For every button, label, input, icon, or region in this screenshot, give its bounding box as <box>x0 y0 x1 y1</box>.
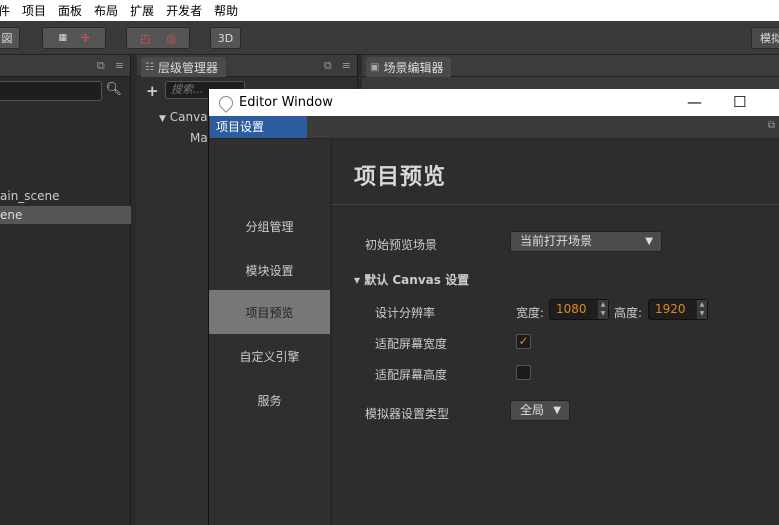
menu-icon[interactable]: ≡ <box>115 59 124 73</box>
height-label: 高度: <box>614 306 643 320</box>
design-resolution-label: 设计分辨率 <box>375 306 436 320</box>
width-input[interactable]: 1080 ▲ ▼ <box>549 299 609 320</box>
fit-height-label: 适配屏幕高度 <box>375 368 448 382</box>
initial-scene-value: 当前打开场景 <box>520 234 593 248</box>
scene-panel-header: ▣ 场景编辑器 <box>362 55 779 77</box>
menu-project[interactable]: 项目 <box>16 2 52 19</box>
assets-header-icons: ⧉ ≡ <box>97 59 124 73</box>
editor-window: Editor Window — ☐ 项目设置 ⧉ 分组管理 模块设置 项目预览 … <box>208 89 779 525</box>
dropdown-arrow-icon: ▼ <box>553 405 561 416</box>
local-icon: ▦ <box>58 33 68 43</box>
menu-file[interactable]: 件 <box>0 2 16 19</box>
simulator-type-label: 模拟器设置类型 <box>365 407 450 421</box>
asset-item[interactable]: ain_scene <box>0 187 131 205</box>
settings-content: 项目预览 初始预览场景 当前打开场景 ▼ ▾ 默认 Canvas 设置 设计分辨… <box>331 139 779 525</box>
asset-item-label: ain_scene <box>0 189 60 203</box>
tree-row-canvas[interactable]: ▼ Canva <box>159 110 208 124</box>
menu-layout[interactable]: 布局 <box>88 2 124 19</box>
dropdown-arrow-icon: ▼ <box>645 236 653 247</box>
height-value: 1920 <box>655 302 686 316</box>
sidebar-item-modules[interactable]: 模块设置 <box>209 248 330 292</box>
toolbar-button[interactable]: 図 <box>0 27 20 49</box>
sidebar-item-label: 分组管理 <box>245 219 294 234</box>
scene-icon: ▣ <box>370 61 380 73</box>
fit-height-checkbox[interactable] <box>516 365 531 380</box>
width-label: 宽度: <box>516 306 545 320</box>
settings-sidebar: 分组管理 模块设置 项目预览 自定义引擎 服务 <box>209 139 330 525</box>
simulator-button-label: 模拟 <box>760 32 779 45</box>
menu-developer[interactable]: 开发者 <box>160 2 208 19</box>
menu-icon[interactable]: ≡ <box>342 59 351 73</box>
sidebar-item-label: 模块设置 <box>245 263 294 278</box>
asset-item-selected[interactable]: ene <box>0 206 131 224</box>
width-stepper[interactable]: ▲ ▼ <box>597 300 608 319</box>
height-input[interactable]: 1920 ▲ ▼ <box>648 299 708 320</box>
center-icon: ◎ <box>166 31 176 45</box>
scene-toolbar <box>362 77 779 89</box>
asset-item-label: ene <box>0 208 23 222</box>
editor-window-tabbar: 项目设置 ⧉ <box>209 116 779 139</box>
tree-row-label: Canva <box>169 110 208 124</box>
expand-arrow-icon[interactable]: ▼ <box>159 114 166 124</box>
main-toolbar: 図 ▦ ✣ ◰ ◎ 3D 模拟 <box>0 21 779 55</box>
coordinate-toggle[interactable]: ▦ ✣ <box>42 27 106 49</box>
app-logo-icon <box>216 92 236 113</box>
hierarchy-icon: ☷ <box>145 61 154 73</box>
pivot-icon: ◰ <box>139 31 151 45</box>
scene-tab-label: 场景编辑器 <box>383 60 444 75</box>
3d-label: 3D <box>217 31 234 45</box>
simulator-button[interactable]: 模拟 <box>751 27 779 49</box>
sidebar-item-custom-engine[interactable]: 自定义引擎 <box>209 334 330 378</box>
fit-width-checkbox[interactable]: ✓ <box>516 334 531 349</box>
menu-bar: 件 项目 面板 布局 扩展 开发者 帮助 <box>0 0 779 21</box>
sidebar-item-group[interactable]: 分组管理 <box>209 204 330 248</box>
search-icon[interactable]: 🔍︎ <box>105 82 122 97</box>
menu-extension[interactable]: 扩展 <box>124 2 160 19</box>
hierarchy-header-icons: ⧉ ≡ <box>324 59 351 73</box>
simulator-type-select[interactable]: 全局 ▼ <box>510 400 570 421</box>
pivot-toggle[interactable]: ◰ ◎ <box>126 27 190 49</box>
tree-row-camera[interactable]: Ma <box>190 131 208 145</box>
restore-icon[interactable]: ⧉ <box>768 120 775 131</box>
width-value: 1080 <box>556 302 587 316</box>
hierarchy-tab-label: 层级管理器 <box>157 60 218 75</box>
fit-width-label: 适配屏幕宽度 <box>375 337 448 351</box>
sidebar-item-preview[interactable]: 项目预览 <box>209 290 330 334</box>
scene-tab[interactable]: ▣ 场景编辑器 <box>366 57 452 77</box>
sidebar-item-label: 自定义引擎 <box>239 349 300 364</box>
assets-panel: ⧉ ≡ 🔍︎ ain_scene ene <box>0 55 131 525</box>
check-icon: ✓ <box>518 334 529 348</box>
3d-toggle-button[interactable]: 3D <box>210 27 241 49</box>
global-icon: ✣ <box>81 32 90 44</box>
app-root: 件 项目 面板 布局 扩展 开发者 帮助 図 ▦ ✣ ◰ ◎ 3D 模拟 ⧉ ≡… <box>0 0 779 525</box>
restore-icon[interactable]: ⧉ <box>97 59 105 73</box>
assets-panel-header: ⧉ ≡ <box>0 55 130 77</box>
assets-search-input[interactable] <box>0 81 102 101</box>
hierarchy-search-placeholder: 搜索... <box>171 83 204 96</box>
restore-icon[interactable]: ⧉ <box>324 59 332 73</box>
simulator-type-value: 全局 <box>520 403 545 417</box>
hierarchy-tab[interactable]: ☷ 层级管理器 <box>141 57 226 77</box>
editor-window-titlebar: Editor Window — ☐ <box>209 89 779 116</box>
editor-window-title: Editor Window <box>239 95 333 110</box>
initial-scene-label: 初始预览场景 <box>365 238 438 252</box>
tree-row-label: Ma <box>190 131 208 145</box>
minimize-icon[interactable]: — <box>687 93 702 111</box>
tab-project-settings[interactable]: 项目设置 <box>210 116 307 138</box>
sidebar-item-label: 服务 <box>257 393 282 408</box>
maximize-icon[interactable]: ☐ <box>733 93 746 111</box>
canvas-settings-section[interactable]: ▾ 默认 Canvas 设置 <box>354 271 469 288</box>
menu-panel[interactable]: 面板 <box>52 2 88 19</box>
add-node-icon[interactable]: + <box>146 82 159 100</box>
height-stepper[interactable]: ▲ ▼ <box>696 300 707 319</box>
hierarchy-panel-header: ☷ 层级管理器 ⧉ ≡ <box>137 55 357 77</box>
page-title: 项目预览 <box>354 164 447 190</box>
tab-project-settings-label: 项目设置 <box>216 120 265 134</box>
initial-scene-select[interactable]: 当前打开场景 ▼ <box>510 231 662 252</box>
sidebar-item-services[interactable]: 服务 <box>209 378 330 422</box>
menu-help[interactable]: 帮助 <box>208 2 244 19</box>
sidebar-item-label: 项目预览 <box>245 305 294 320</box>
toolbar-button-label: 図 <box>1 32 13 45</box>
divider <box>332 204 779 205</box>
